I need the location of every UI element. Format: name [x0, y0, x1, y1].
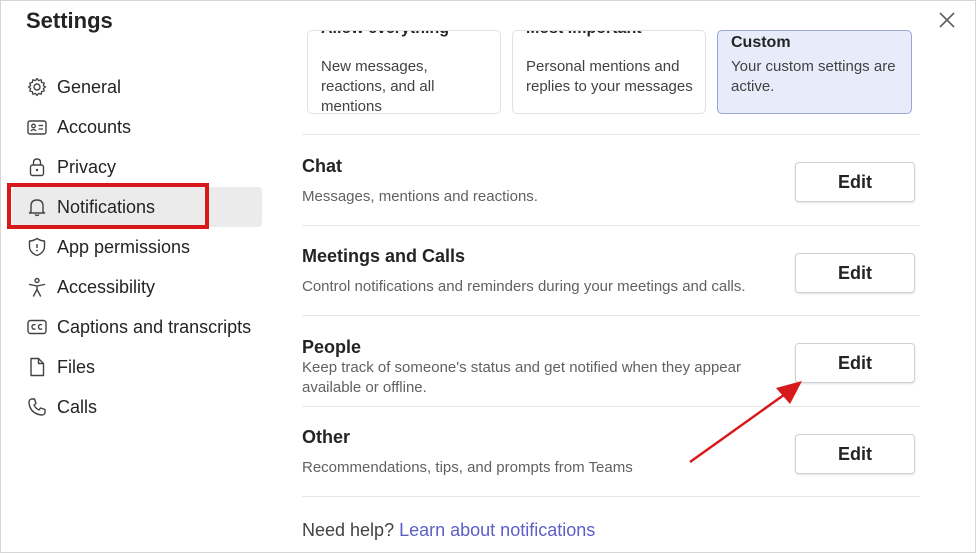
id-card-icon	[26, 116, 48, 138]
page-title: Settings	[26, 8, 113, 33]
divider	[302, 134, 920, 135]
sidebar-item-notifications[interactable]: Notifications	[12, 187, 262, 227]
divider	[302, 406, 920, 407]
preset-description: Your custom settings are active.	[731, 58, 896, 95]
preset-title: Most important	[526, 31, 642, 39]
preset-card-most-important[interactable]: Most important Personal mentions and rep…	[512, 30, 706, 114]
sidebar-item-label: Accessibility	[57, 276, 156, 297]
preset-title: Custom	[731, 34, 791, 51]
sidebar-item-label: Calls	[57, 396, 98, 417]
people-edit-button[interactable]: Edit	[795, 343, 915, 383]
phone-icon	[26, 396, 48, 418]
sidebar-item-label: App permissions	[57, 236, 191, 257]
preset-description: Personal mentions and replies to your me…	[526, 58, 693, 95]
close-icon	[939, 12, 955, 28]
divider	[302, 225, 920, 226]
file-icon	[26, 356, 48, 378]
preset-card-custom[interactable]: Custom Your custom settings are active.	[717, 30, 912, 114]
notification-presets: Allow everything New messages, reactions…	[307, 30, 913, 114]
divider	[302, 315, 920, 316]
preset-card-allow-everything[interactable]: Allow everything New messages, reactions…	[307, 30, 501, 114]
sidebar-item-general[interactable]: General	[12, 67, 262, 107]
sidebar-item-accessibility[interactable]: Accessibility	[12, 267, 262, 307]
learn-more-link[interactable]: Learn about notifications	[399, 520, 595, 540]
sidebar-item-label: Captions and transcripts	[57, 316, 252, 337]
help-prefix: Need help?	[302, 520, 395, 540]
other-edit-button[interactable]: Edit	[795, 434, 915, 474]
sidebar-item-accounts[interactable]: Accounts	[12, 107, 262, 147]
captions-icon	[26, 316, 48, 338]
sidebar-item-label: General	[57, 76, 122, 97]
sidebar-item-label: Privacy	[57, 156, 117, 177]
gear-icon	[26, 76, 48, 98]
sidebar-item-label: Notifications	[57, 196, 156, 217]
accessibility-icon	[26, 276, 48, 298]
chat-edit-button[interactable]: Edit	[795, 162, 915, 202]
annotation-arrow-icon	[689, 381, 802, 464]
bell-icon	[26, 196, 48, 218]
sidebar-item-label: Files	[57, 356, 96, 377]
sidebar-item-app-permissions[interactable]: App permissions	[12, 227, 262, 267]
meetings-edit-button[interactable]: Edit	[795, 253, 915, 293]
sidebar-item-files[interactable]: Files	[12, 347, 262, 387]
sidebar-item-label: Accounts	[57, 116, 132, 137]
lock-icon	[26, 156, 48, 178]
preset-title: Allow everything	[321, 31, 449, 39]
sidebar-item-calls[interactable]: Calls	[12, 387, 262, 427]
sidebar-item-privacy[interactable]: Privacy	[12, 147, 262, 187]
preset-description: New messages, reactions, and all mention…	[321, 58, 435, 114]
sidebar-nav: General Accounts Privacy Notifications A…	[12, 67, 262, 427]
shield-icon	[26, 236, 48, 258]
close-button[interactable]	[936, 9, 958, 31]
sidebar-item-captions[interactable]: Captions and transcripts	[12, 307, 262, 347]
divider	[302, 496, 920, 497]
help-text: Need help? Learn about notifications	[302, 520, 595, 541]
